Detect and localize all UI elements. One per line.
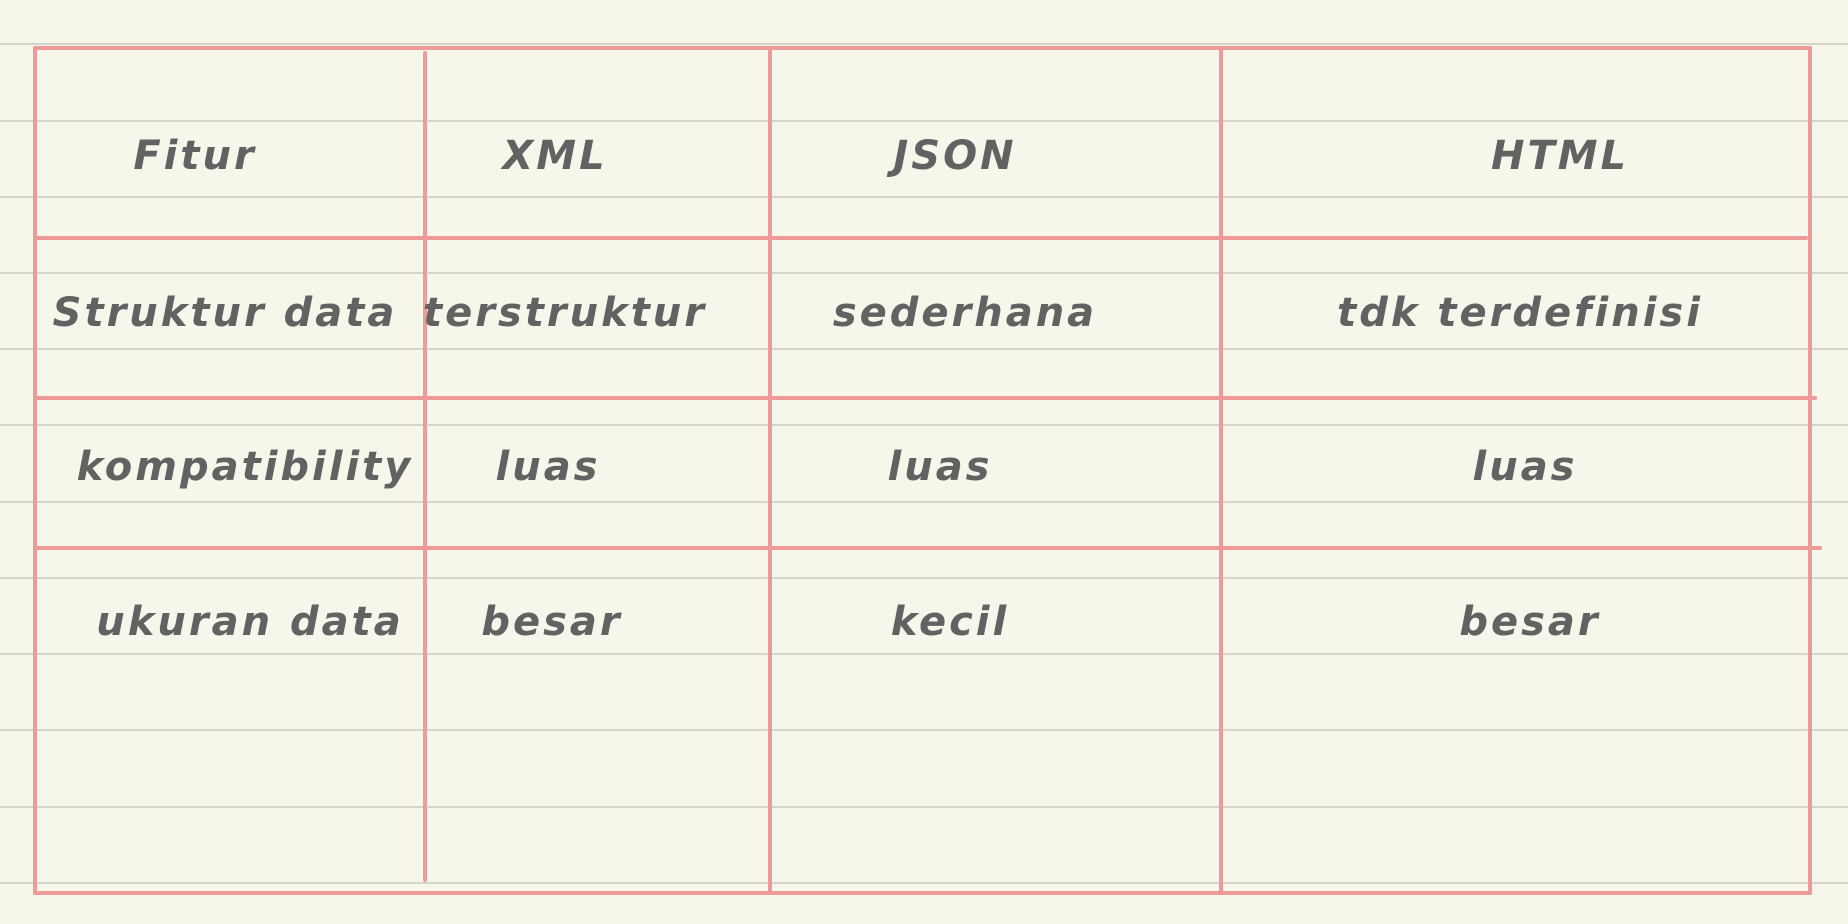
ruled-line — [0, 43, 1848, 45]
ruled-line — [0, 120, 1848, 122]
cell-json-sederhana: sederhana — [832, 290, 1098, 336]
ruled-line — [0, 272, 1848, 274]
cell-ukuran-data: ukuran data — [96, 599, 404, 645]
ruled-line — [0, 577, 1848, 579]
header-fitur: Fitur — [133, 133, 257, 179]
header-html: HTML — [1490, 133, 1630, 179]
ruled-line — [0, 806, 1848, 808]
ruled-line — [0, 424, 1848, 426]
ruled-line — [0, 882, 1848, 884]
notebook-paper: Fitur XML JSON HTML Struktur data terstr… — [0, 0, 1848, 924]
cell-html-tdk-terdefinisi: tdk terdefinisi — [1337, 290, 1703, 336]
header-json: JSON — [893, 133, 1017, 179]
cell-html-besar: besar — [1459, 599, 1601, 645]
cell-xml-besar: besar — [481, 599, 623, 645]
ruled-line — [0, 653, 1848, 655]
cell-kompatibility: kompatibility — [76, 444, 414, 490]
ruled-line — [0, 501, 1848, 503]
cell-json-kecil: kecil — [890, 599, 1010, 645]
cell-xml-terstruktur: terstruktur — [422, 290, 708, 336]
cell-html-luas: luas — [1472, 444, 1578, 490]
cell-json-luas: luas — [887, 444, 993, 490]
cell-struktur-data: Struktur data — [52, 290, 398, 336]
cell-xml-luas: luas — [495, 444, 601, 490]
ruled-line — [0, 348, 1848, 350]
ruled-line — [0, 729, 1848, 731]
header-xml: XML — [502, 133, 608, 179]
ruled-line — [0, 196, 1848, 198]
